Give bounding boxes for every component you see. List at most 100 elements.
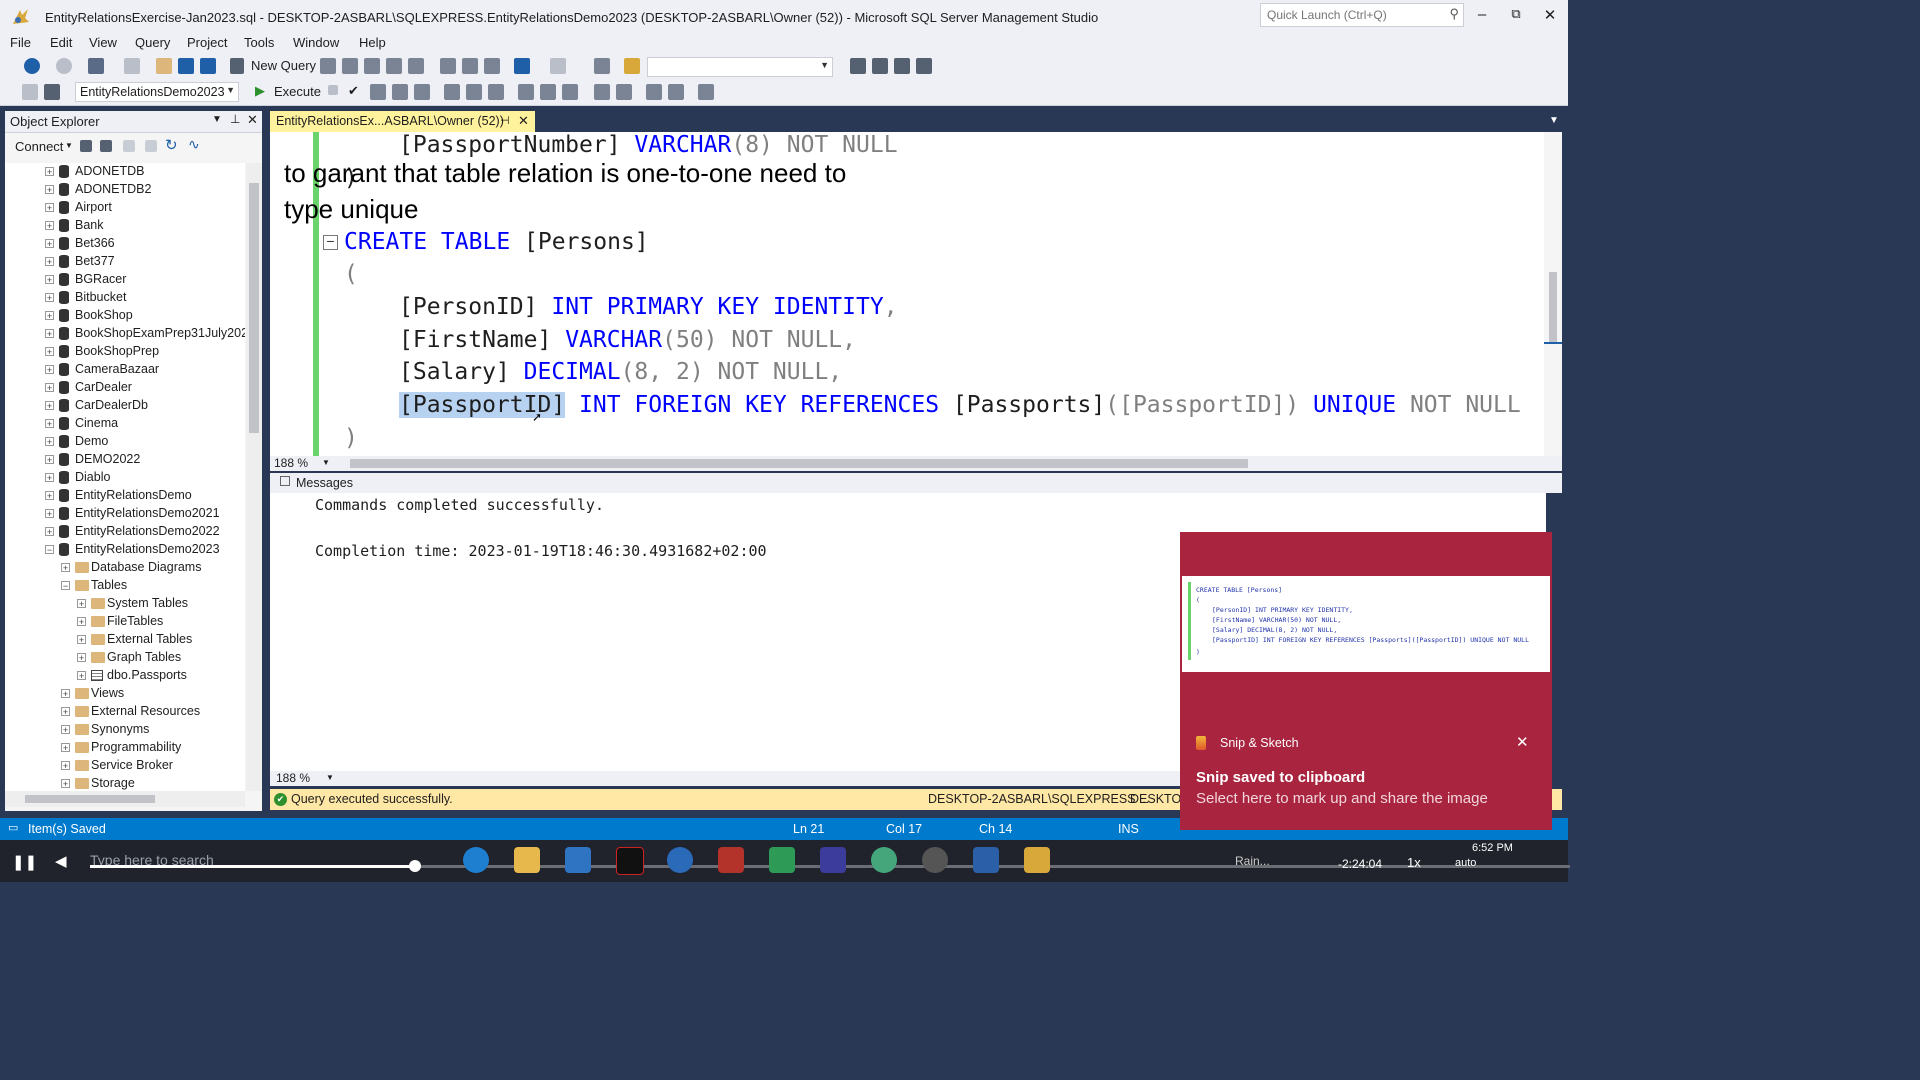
expand-icon[interactable]: + (45, 437, 54, 447)
playback-speed[interactable]: 1x (1407, 855, 1421, 870)
connect-dropdown[interactable]: Connect (15, 139, 63, 154)
editor-zoom-level[interactable]: 188 % (274, 456, 308, 470)
scroll-thumb[interactable] (249, 183, 259, 433)
results-zoom-level[interactable]: 188 % (276, 771, 310, 785)
sql-editor[interactable]: [PassportNumber] VARCHAR(8) NOT NULL ) t… (270, 132, 1544, 456)
close-tab-icon[interactable]: ✕ (518, 113, 529, 129)
add-item-icon[interactable] (124, 58, 140, 74)
quick-launch-box[interactable]: ⚲ (1260, 3, 1464, 27)
expand-icon[interactable]: + (45, 293, 54, 303)
expand-icon[interactable]: + (45, 491, 54, 501)
database-select[interactable]: EntityRelationsDemo2023 ▼ (75, 82, 239, 102)
expand-icon[interactable]: + (61, 707, 70, 717)
acrobat-icon[interactable] (718, 847, 744, 873)
new-query-icon[interactable] (230, 58, 244, 74)
pin-icon[interactable]: ⊣ (500, 114, 510, 127)
connect-icon[interactable] (80, 140, 92, 152)
connect-icon[interactable] (22, 84, 38, 100)
expand-icon[interactable]: + (45, 275, 54, 285)
app-icon-2[interactable] (871, 847, 897, 873)
expand-icon[interactable]: + (77, 599, 86, 609)
query-designer-icon[interactable] (392, 84, 408, 100)
specify-values-icon[interactable] (698, 84, 714, 100)
activity-monitor-icon[interactable] (594, 58, 610, 74)
collapse-icon[interactable]: − (61, 581, 70, 591)
menu-project[interactable]: Project (187, 35, 227, 50)
menu-window[interactable]: Window (293, 35, 339, 50)
expand-icon[interactable]: + (45, 167, 54, 177)
paste-icon[interactable] (484, 58, 500, 74)
expand-icon[interactable]: + (45, 239, 54, 249)
tab-query-document[interactable]: EntityRelationsEx...ASBARL\Owner (52)) ⊣… (270, 111, 535, 132)
menu-query[interactable]: Query (135, 35, 170, 50)
expand-icon[interactable]: + (45, 185, 54, 195)
expand-icon[interactable]: + (45, 221, 54, 231)
pause-icon[interactable]: ❚❚ (12, 853, 37, 871)
back-icon[interactable] (24, 58, 40, 74)
expand-icon[interactable]: + (45, 419, 54, 429)
filter-icon[interactable] (145, 140, 157, 152)
expand-icon[interactable]: + (45, 473, 54, 483)
menu-view[interactable]: View (89, 35, 117, 50)
pycharm-icon[interactable] (769, 847, 795, 873)
mail-icon[interactable] (565, 847, 591, 873)
expand-icon[interactable]: + (61, 725, 70, 735)
stop-icon[interactable] (123, 140, 135, 152)
decrease-indent-icon[interactable] (646, 84, 662, 100)
activity-icon[interactable]: ∿ (188, 136, 200, 153)
menu-tools[interactable]: Tools (244, 35, 274, 50)
results-to-file-icon[interactable] (562, 84, 578, 100)
include-plan-icon[interactable] (444, 84, 460, 100)
open-file-icon[interactable] (156, 58, 172, 74)
display-plan-icon[interactable] (370, 84, 386, 100)
edge-icon[interactable] (463, 847, 489, 873)
expand-icon[interactable]: + (61, 563, 70, 573)
expand-icon[interactable]: + (45, 203, 54, 213)
volume-icon[interactable]: ◀ (55, 852, 67, 870)
new-query-button[interactable]: New Query (251, 58, 316, 73)
expand-icon[interactable]: + (61, 743, 70, 753)
expand-icon[interactable]: + (61, 779, 70, 789)
pin-icon[interactable]: ⊥ (230, 112, 240, 126)
comment-icon[interactable] (594, 84, 610, 100)
uncomment-icon[interactable] (616, 84, 632, 100)
properties-icon[interactable] (850, 58, 866, 74)
save-icon[interactable] (178, 58, 194, 74)
expand-icon[interactable]: + (45, 329, 54, 339)
results-to-text-icon[interactable] (518, 84, 534, 100)
redo-icon[interactable] (550, 58, 566, 74)
expand-icon[interactable]: + (61, 689, 70, 699)
word-icon[interactable] (973, 847, 999, 873)
cancel-query-icon[interactable] (328, 85, 338, 95)
change-connection-icon[interactable] (44, 84, 60, 100)
snip-notification[interactable]: CREATE TABLE [Persons] ([PersonID] INT PR… (1180, 532, 1552, 830)
tab-overflow-icon[interactable]: ▼ (1549, 115, 1559, 126)
file-explorer-icon[interactable] (514, 847, 540, 873)
expand-icon[interactable]: + (61, 761, 70, 771)
results-to-grid-icon[interactable] (540, 84, 556, 100)
client-stats-icon[interactable] (488, 84, 504, 100)
forward-icon[interactable] (56, 58, 72, 74)
new-project-icon[interactable] (88, 58, 104, 74)
quick-launch-input[interactable] (1265, 5, 1444, 25)
scroll-thumb[interactable] (1549, 272, 1557, 342)
dax-query-icon[interactable] (408, 58, 424, 74)
disconnect-icon[interactable] (100, 140, 112, 152)
collapse-icon[interactable]: − (45, 545, 54, 555)
collapse-toggle[interactable]: − (323, 234, 338, 250)
chevron-down-icon[interactable]: ▼ (326, 773, 334, 782)
expand-icon[interactable]: + (45, 347, 54, 357)
playback-quality[interactable]: auto (1455, 857, 1476, 869)
expand-icon[interactable]: + (77, 653, 86, 663)
toast-close-icon[interactable]: ✕ (1516, 733, 1529, 751)
undo-icon[interactable] (514, 58, 530, 74)
playback-progress-played[interactable] (90, 865, 415, 868)
expand-icon[interactable]: + (45, 455, 54, 465)
playback-scrubber[interactable] (409, 860, 421, 872)
minimize-button[interactable]: – (1467, 6, 1497, 26)
refresh-icon[interactable]: ↻ (165, 136, 178, 154)
db-engine-query-icon[interactable] (320, 58, 336, 74)
editor-vertical-scrollbar[interactable] (1544, 132, 1562, 456)
chevron-down-icon[interactable]: ▼ (322, 458, 330, 467)
tree-horizontal-scrollbar[interactable] (5, 791, 245, 807)
